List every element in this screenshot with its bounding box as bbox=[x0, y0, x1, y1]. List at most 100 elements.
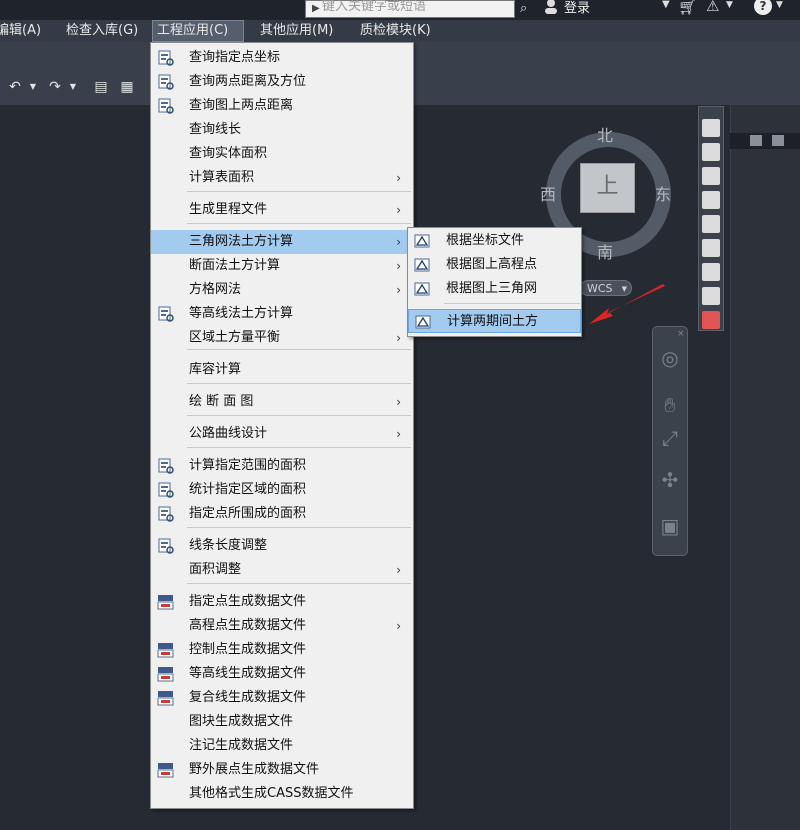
layers-icon[interactable]: ▦ bbox=[118, 78, 136, 96]
tool-icon-2[interactable] bbox=[702, 143, 720, 161]
tool-icon-7[interactable] bbox=[702, 263, 720, 281]
menu-item-query-line-length[interactable]: 查询线长 bbox=[151, 118, 413, 142]
pan-icon[interactable]: ✋︎ bbox=[657, 392, 683, 418]
redo-icon[interactable]: ↷ bbox=[46, 78, 64, 96]
menu-item-dat-block[interactable]: 图块生成数据文件 bbox=[151, 710, 413, 734]
list-view-icon[interactable] bbox=[750, 135, 762, 146]
showmotion-icon[interactable]: ▣ bbox=[657, 513, 683, 539]
tool-icon-3[interactable] bbox=[702, 167, 720, 185]
undo-dropdown-icon[interactable]: ▼ bbox=[24, 78, 42, 96]
cart-icon[interactable]: 🛒︎ bbox=[678, 0, 697, 16]
submenu-item-by-elevation-points[interactable]: 根据图上高程点 bbox=[408, 253, 581, 277]
engineering-dropdown-menu: 查询指定点坐标查询两点距离及方位查询图上两点距离 查询线长查询实体面积计算表面积 ›… bbox=[150, 42, 414, 809]
navigation-bar: ◎ ✋︎ ⤢ ✣ ▣ × bbox=[652, 326, 688, 556]
redo-dropdown-icon[interactable]: ▼ bbox=[64, 78, 82, 96]
menu-item-area-volume-balance[interactable]: 区域土方量平衡 › bbox=[151, 326, 413, 350]
menu-item-draw-section[interactable]: 绘 断 面 图 › bbox=[151, 390, 413, 414]
compass-north[interactable]: 北 bbox=[597, 122, 613, 146]
chevron-right-icon: › bbox=[396, 427, 401, 441]
menu-check-import[interactable]: 检查入库(G) bbox=[66, 20, 138, 42]
menu-item-dat-other-format[interactable]: 其他格式生成CASS数据文件 bbox=[151, 782, 413, 806]
zoom-icon[interactable]: ⤢ bbox=[657, 425, 683, 451]
tool-icon-8[interactable] bbox=[702, 287, 720, 305]
menu-item-area-range[interactable]: 计算指定范围的面积 bbox=[151, 454, 413, 478]
exchange-dropdown-icon[interactable]: ▼ bbox=[726, 0, 733, 10]
steering-wheel-icon[interactable]: ◎ bbox=[657, 345, 683, 371]
menu-item-area-points[interactable]: 指定点所围成的面积 bbox=[151, 502, 413, 526]
help-icon[interactable]: ? bbox=[754, 0, 772, 15]
menu-item-label: 断面法土方计算 bbox=[189, 258, 281, 273]
exchange-icon[interactable]: ⚠︎ bbox=[706, 0, 719, 15]
menu-bar: 编辑(A) 检查入库(G) 工程应用(C) 其他应用(M) 质检模块(K) bbox=[0, 20, 800, 42]
compass-south[interactable]: 南 bbox=[597, 239, 613, 263]
help-dropdown-icon[interactable]: ▼ bbox=[776, 0, 783, 10]
submenu-item-by-triangle-mesh[interactable]: 根据图上三角网 bbox=[408, 277, 581, 301]
menu-item-dat-control[interactable]: 控制点生成数据文件 bbox=[151, 638, 413, 662]
tool-icon-9[interactable] bbox=[702, 311, 720, 329]
undo-icon[interactable]: ↶ bbox=[6, 78, 24, 96]
search-box[interactable]: ▶ 键入关键字或短语 bbox=[305, 0, 515, 18]
properties-icon[interactable]: ▤ bbox=[92, 78, 110, 96]
menu-item-query-map-distance[interactable]: 查询图上两点距离 bbox=[151, 94, 413, 118]
menu-item-dat-elevation[interactable]: 高程点生成数据文件 › bbox=[151, 614, 413, 638]
menu-item-label: 查询两点距离及方位 bbox=[189, 74, 307, 89]
menu-item-query-distance[interactable]: 查询两点距离及方位 bbox=[151, 70, 413, 94]
menu-item-dat-points[interactable]: 指定点生成数据文件 bbox=[151, 590, 413, 614]
menu-item-line-length-adjust[interactable]: 线条长度调整 bbox=[151, 534, 413, 558]
field-points-icon bbox=[157, 762, 174, 778]
menu-item-query-point[interactable]: 查询指定点坐标 bbox=[151, 46, 413, 70]
user-icon bbox=[544, 0, 558, 14]
chevron-right-icon: › bbox=[396, 171, 401, 185]
menu-item-label: 等高线法土方计算 bbox=[189, 306, 294, 321]
login-area[interactable]: ⌕ 登录 ▼ bbox=[518, 0, 670, 18]
menu-item-highway-curve[interactable]: 公路曲线设计 › bbox=[151, 422, 413, 446]
menu-item-dat-annotation[interactable]: 注记生成数据文件 bbox=[151, 734, 413, 758]
chevron-right-icon: › bbox=[396, 619, 401, 633]
menu-item-generate-mileage-file[interactable]: 生成里程文件 › bbox=[151, 198, 413, 222]
tool-icon-5[interactable] bbox=[702, 215, 720, 233]
menu-item-area-adjust[interactable]: 面积调整 › bbox=[151, 558, 413, 582]
search-expand-icon[interactable]: ▶ bbox=[312, 3, 320, 14]
compass-west[interactable]: 西 bbox=[540, 181, 556, 205]
menu-item-dat-field-points[interactable]: 野外展点生成数据文件 bbox=[151, 758, 413, 782]
menu-engineering[interactable]: 工程应用(C) bbox=[152, 20, 244, 42]
menu-item-label: 注记生成数据文件 bbox=[189, 738, 294, 753]
tin-elevation-icon bbox=[414, 257, 431, 273]
menu-item-grid-method[interactable]: 方格网法 › bbox=[151, 278, 413, 302]
vertical-toolbar bbox=[698, 106, 724, 331]
grid-view-icon[interactable] bbox=[772, 135, 784, 146]
menu-item-label: 查询实体面积 bbox=[189, 146, 268, 161]
menu-item-area-stats[interactable]: 统计指定区域的面积 bbox=[151, 478, 413, 502]
chevron-right-icon: › bbox=[396, 563, 401, 577]
compass-east[interactable]: 东 bbox=[655, 181, 671, 205]
menu-separator bbox=[187, 383, 411, 384]
menu-edit[interactable]: 编辑(A) bbox=[0, 20, 41, 42]
tool-icon-6[interactable] bbox=[702, 239, 720, 257]
menu-item-section-volume[interactable]: 断面法土方计算 › bbox=[151, 254, 413, 278]
viewcube-top-face[interactable]: 上 bbox=[580, 163, 635, 213]
menu-item-query-entity-area[interactable]: 查询实体面积 bbox=[151, 142, 413, 166]
menu-item-tin-volume[interactable]: 三角网法土方计算 › bbox=[151, 230, 413, 254]
menu-other-apps[interactable]: 其他应用(M) bbox=[260, 20, 333, 42]
navbar-close-icon[interactable]: × bbox=[677, 329, 685, 339]
login-link[interactable]: 登录 bbox=[564, 0, 590, 16]
binoculars-icon[interactable]: ⌕ bbox=[520, 1, 527, 16]
menu-item-contour-volume[interactable]: 等高线法土方计算 bbox=[151, 302, 413, 326]
menu-item-reservoir-capacity[interactable]: 库容计算 bbox=[151, 358, 413, 382]
submenu-item-two-period-volume[interactable]: 计算两期间土方 bbox=[408, 309, 581, 333]
menu-item-dat-contour[interactable]: 等高线生成数据文件 bbox=[151, 662, 413, 686]
dat-point-icon bbox=[157, 594, 174, 610]
tool-icon-1[interactable] bbox=[702, 119, 720, 137]
submenu-item-by-coordinate-file[interactable]: 根据坐标文件 bbox=[408, 229, 581, 253]
orbit-icon[interactable]: ✣ bbox=[657, 467, 683, 493]
menu-item-calc-surface-area[interactable]: 计算表面积 › bbox=[151, 166, 413, 190]
tool-icon-4[interactable] bbox=[702, 191, 720, 209]
annotation-arrow-shape bbox=[589, 284, 665, 324]
title-icons: 🛒︎ ⚠︎ ▼ ? ▼ bbox=[658, 0, 800, 18]
submenu-item-label: 根据坐标文件 bbox=[446, 233, 525, 248]
menu-item-dat-polyline[interactable]: 复合线生成数据文件 bbox=[151, 686, 413, 710]
menu-separator bbox=[187, 527, 411, 528]
menu-quality-module[interactable]: 质检模块(K) bbox=[360, 20, 431, 42]
chevron-right-icon: › bbox=[396, 395, 401, 409]
menu-item-label: 方格网法 bbox=[189, 282, 242, 297]
